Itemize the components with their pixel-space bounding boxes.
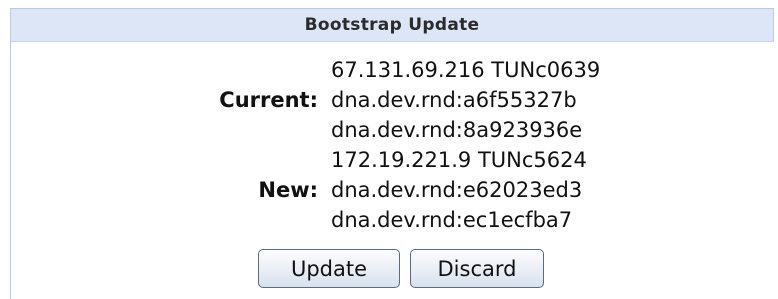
action-buttons: Update Discard	[258, 249, 544, 288]
bootstrap-update-panel: Bootstrap Update Current: 67.131.69.216 …	[0, 0, 778, 299]
new-line-1: 172.19.221.9 TUNc5624	[331, 148, 587, 172]
current-label: Current:	[219, 88, 318, 112]
update-button[interactable]: Update	[258, 249, 400, 288]
new-line-3: dna.dev.rnd:ec1ecfba7	[331, 208, 573, 232]
discard-button[interactable]: Discard	[410, 249, 544, 288]
new-label: New:	[258, 178, 318, 202]
new-line-2: dna.dev.rnd:e62023ed3	[331, 178, 583, 202]
panel-title: Bootstrap Update	[10, 8, 774, 42]
current-line-2: dna.dev.rnd:a6f55327b	[331, 88, 577, 112]
current-line-1: 67.131.69.216 TUNc0639	[331, 58, 601, 82]
current-values: 67.131.69.216 TUNc0639 dna.dev.rnd:a6f55…	[331, 55, 600, 145]
current-line-3: dna.dev.rnd:8a923936e	[331, 118, 583, 142]
panel-left-border	[10, 42, 11, 299]
new-values: 172.19.221.9 TUNc5624 dna.dev.rnd:e62023…	[331, 145, 587, 235]
